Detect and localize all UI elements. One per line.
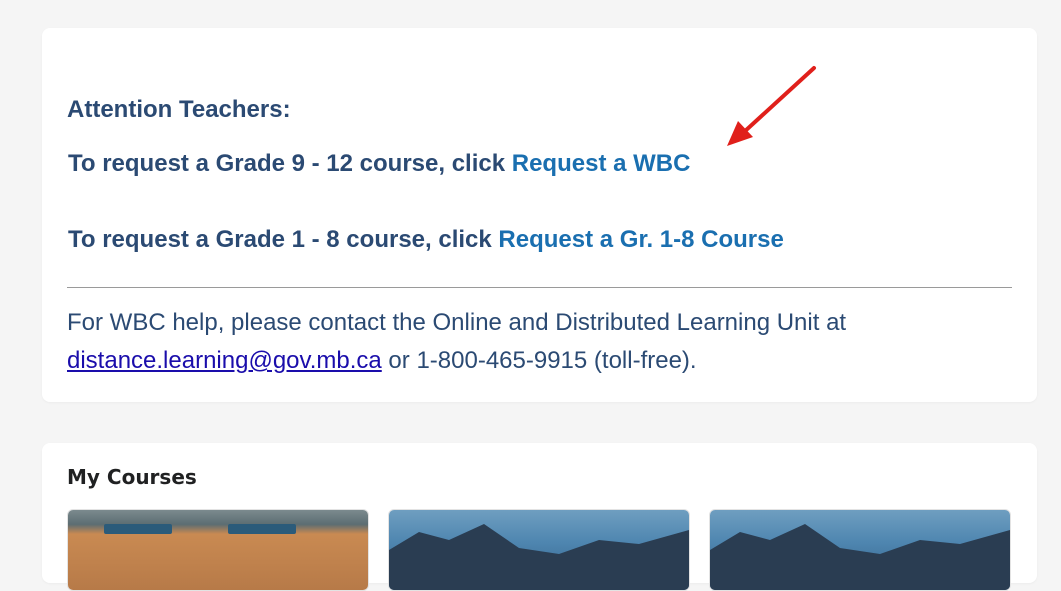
course-image-classroom xyxy=(68,510,368,590)
request-grade-1-8-line: To request a Grade 1 - 8 course, click R… xyxy=(68,228,784,252)
course-image-mountains xyxy=(710,510,1010,590)
help-text: For WBC help, please contact the Online … xyxy=(67,304,1007,380)
request-grade-1-8-text: To request a Grade 1 - 8 course, click xyxy=(68,226,499,253)
help-email-link[interactable]: distance.learning@gov.mb.ca xyxy=(67,347,382,374)
course-image-mountains xyxy=(389,510,689,590)
course-tile[interactable] xyxy=(67,509,369,591)
request-wbc-link[interactable]: Request a WBC xyxy=(512,150,691,177)
announcement-card: Attention Teachers: To request a Grade 9… xyxy=(42,28,1037,402)
announcement-heading: Attention Teachers: xyxy=(67,96,291,123)
course-tile[interactable] xyxy=(388,509,690,591)
my-courses-title: My Courses xyxy=(67,465,197,489)
help-text-suffix: or 1-800-465-9915 (toll-free). xyxy=(381,347,697,374)
my-courses-card: My Courses xyxy=(42,443,1037,591)
request-grade-9-12-line: To request a Grade 9 - 12 course, click … xyxy=(68,152,690,176)
request-grade-9-12-text: To request a Grade 9 - 12 course, click xyxy=(68,150,512,177)
request-gr-1-8-course-link[interactable]: Request a Gr. 1-8 Course xyxy=(498,226,783,253)
help-text-prefix: For WBC help, please contact the Online … xyxy=(67,309,847,336)
course-tile[interactable] xyxy=(709,509,1011,591)
divider xyxy=(67,287,1012,288)
